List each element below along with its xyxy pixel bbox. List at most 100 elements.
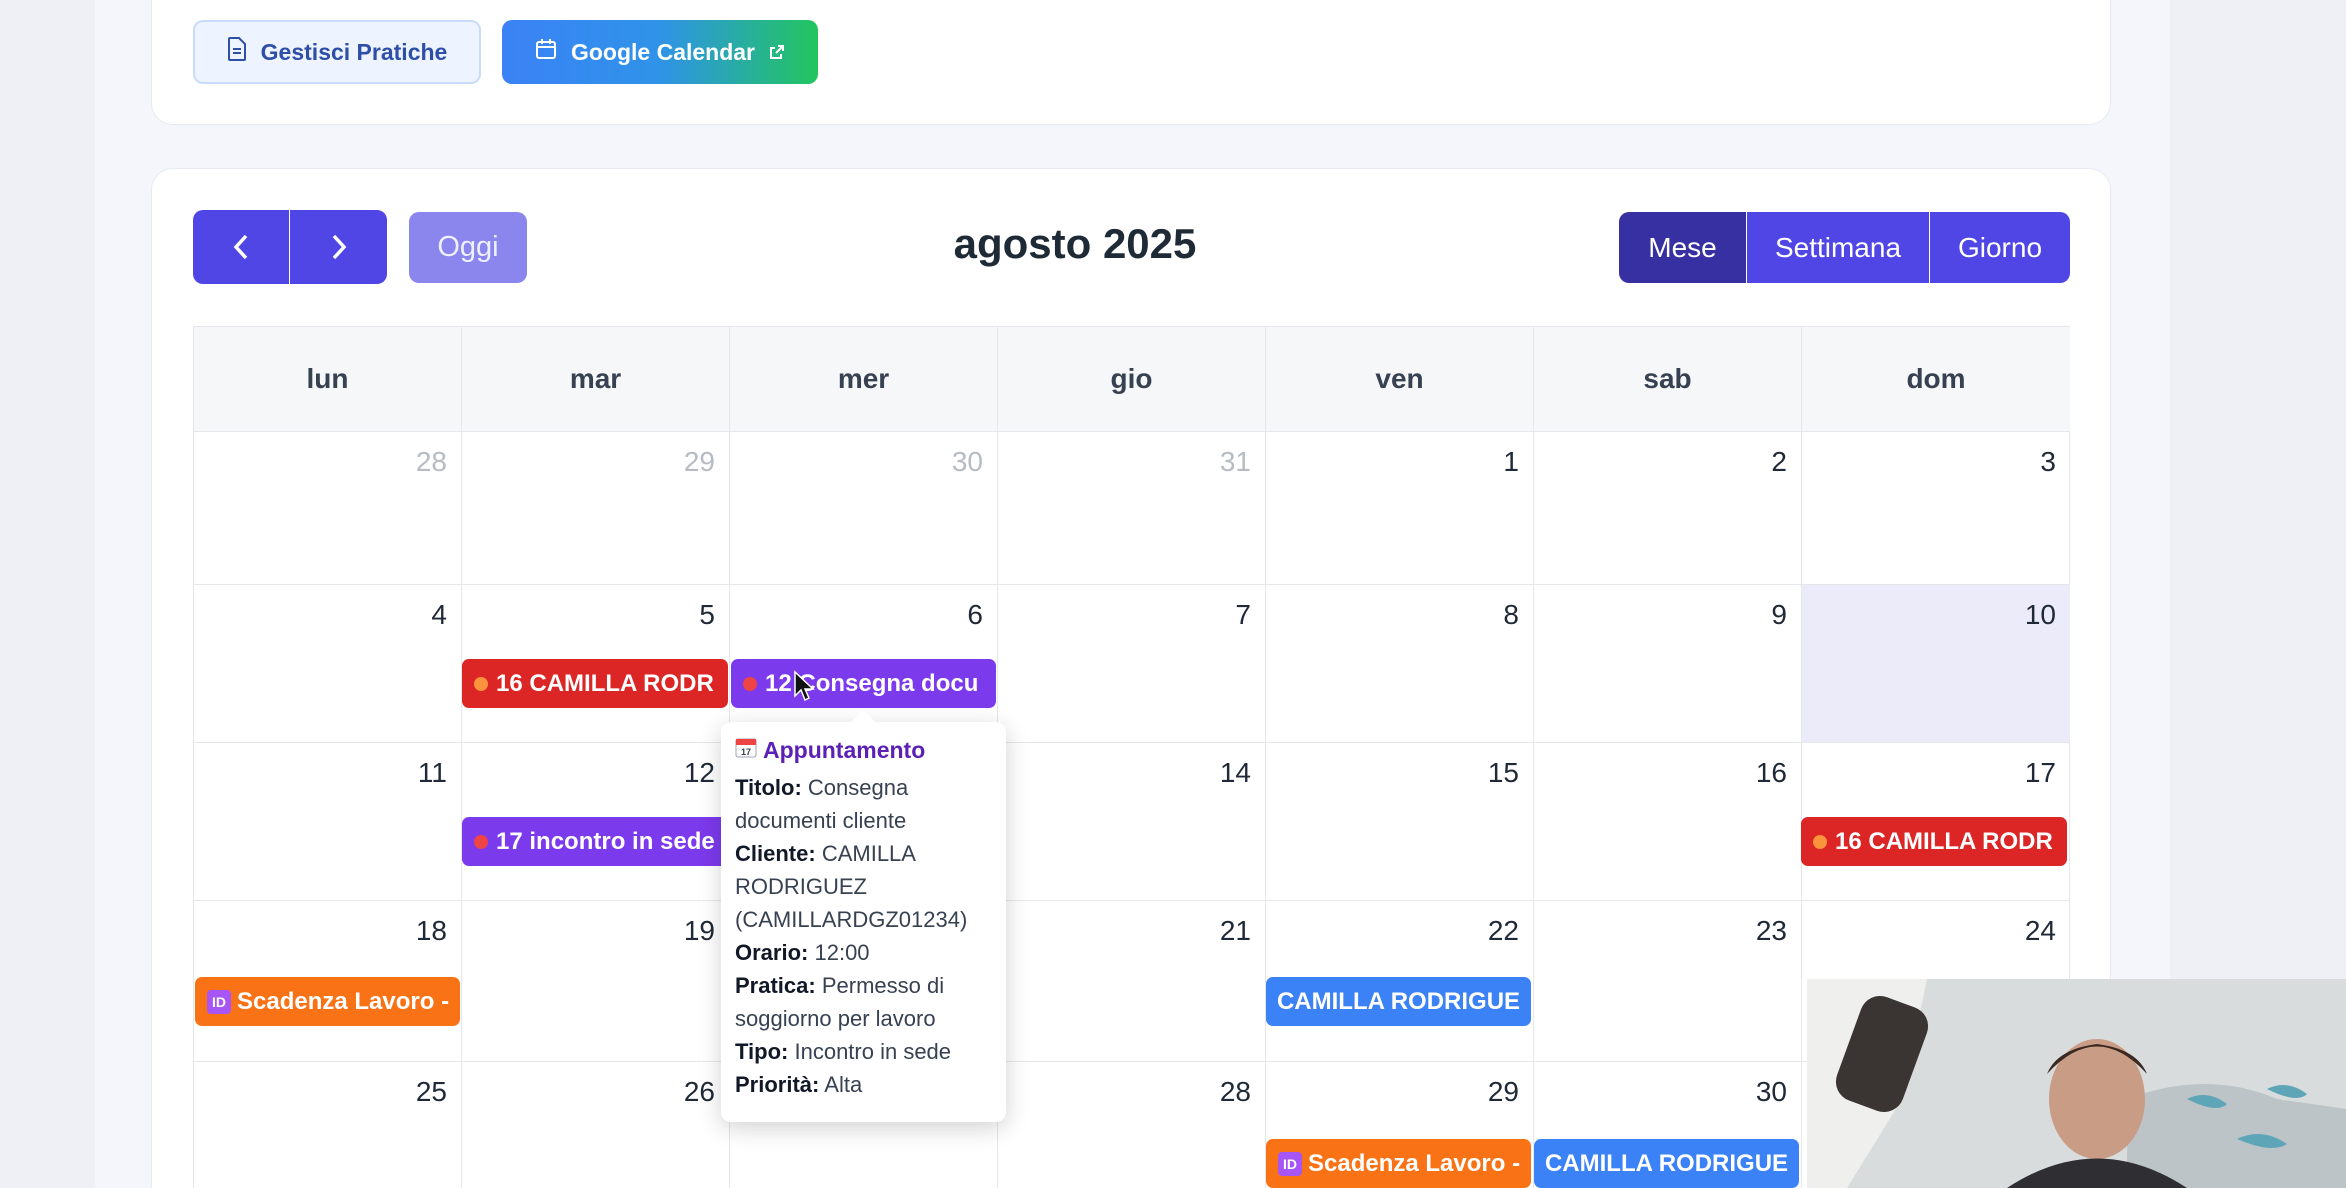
event-tooltip: 17 Appuntamento Titolo: Consegna documen… bbox=[721, 710, 1006, 1122]
weekday-header: ven bbox=[1266, 327, 1534, 432]
calendar-event[interactable]: 12 Consegna docu bbox=[731, 659, 996, 708]
day-number: 18 bbox=[415, 915, 447, 946]
weekday-header: gio bbox=[998, 327, 1266, 432]
day-cell[interactable]: 28 bbox=[194, 432, 462, 585]
day-cell[interactable]: 15 bbox=[1266, 743, 1534, 901]
tooltip-row: Titolo: Consegna documenti cliente bbox=[735, 771, 992, 837]
day-number: 19 bbox=[683, 915, 715, 946]
day-number: 29 bbox=[683, 446, 715, 477]
day-number: 17 bbox=[2024, 757, 2056, 788]
event-label: 16 CAMILLA RODR bbox=[496, 669, 714, 697]
view-month-button[interactable]: Mese bbox=[1619, 212, 1746, 283]
svg-text:17: 17 bbox=[741, 747, 751, 757]
weekday-header: dom bbox=[1802, 327, 2070, 432]
month-grid: lun mar mer gio ven sab dom 28 29 30 31 … bbox=[193, 326, 2070, 1188]
day-number: 30 bbox=[951, 446, 983, 477]
day-cell[interactable]: 21 bbox=[998, 901, 1266, 1062]
day-cell[interactable]: 19 bbox=[462, 901, 730, 1062]
day-cell[interactable]: 3 bbox=[1802, 432, 2070, 585]
day-cell[interactable]: 31 bbox=[998, 432, 1266, 585]
day-cell[interactable]: 4 bbox=[194, 585, 462, 743]
day-cell[interactable]: 23 bbox=[1534, 901, 1802, 1062]
gestisci-pratiche-button[interactable]: Gestisci Pratiche bbox=[193, 20, 481, 84]
day-cell[interactable]: 2 bbox=[1534, 432, 1802, 585]
day-cell[interactable]: 7 bbox=[998, 585, 1266, 743]
day-cell[interactable]: 11 bbox=[194, 743, 462, 901]
tooltip-value: 12:00 bbox=[814, 940, 870, 965]
day-number: 14 bbox=[1219, 757, 1251, 788]
day-cell-today[interactable]: 10 bbox=[1802, 585, 2070, 743]
next-month-button[interactable] bbox=[290, 210, 387, 284]
weekday-header: lun bbox=[194, 327, 462, 432]
priority-dot-icon bbox=[474, 834, 488, 849]
day-number: 23 bbox=[1755, 915, 1787, 946]
tooltip-label: Priorità: bbox=[735, 1072, 820, 1097]
day-number: 10 bbox=[2024, 599, 2056, 630]
id-badge-icon: ID bbox=[1278, 1151, 1302, 1176]
tooltip-heading: 17 Appuntamento bbox=[735, 734, 992, 767]
priority-dot-icon bbox=[743, 676, 757, 691]
weekday-header: mar bbox=[462, 327, 730, 432]
day-number: 5 bbox=[699, 599, 715, 630]
day-number: 28 bbox=[415, 446, 447, 477]
gestisci-pratiche-label: Gestisci Pratiche bbox=[260, 38, 448, 65]
day-cell[interactable]: 9 bbox=[1534, 585, 1802, 743]
event-label: Scadenza Lavoro - bbox=[1308, 1149, 1521, 1177]
day-cell[interactable]: 26 bbox=[462, 1062, 730, 1188]
day-number: 26 bbox=[683, 1076, 715, 1107]
view-day-button[interactable]: Giorno bbox=[1930, 212, 2070, 283]
tooltip-label: Cliente: bbox=[735, 841, 816, 866]
tooltip-value: Alta bbox=[824, 1072, 863, 1097]
page-margin-left bbox=[0, 0, 95, 1188]
mouse-cursor-icon bbox=[794, 670, 815, 702]
google-calendar-label: Google Calendar bbox=[570, 38, 756, 65]
day-cell[interactable]: 14 bbox=[998, 743, 1266, 901]
day-number: 9 bbox=[1771, 599, 1787, 630]
day-cell[interactable]: 30 bbox=[730, 432, 998, 585]
tooltip-value: Incontro in sede bbox=[794, 1039, 952, 1064]
day-number: 29 bbox=[1487, 1076, 1519, 1107]
event-label: CAMILLA RODRIGUE bbox=[1276, 987, 1521, 1015]
day-number: 21 bbox=[1219, 915, 1251, 946]
day-cell[interactable]: 25 bbox=[194, 1062, 462, 1188]
day-number: 7 bbox=[1235, 599, 1251, 630]
calendar-event[interactable]: CAMILLA RODRIGUE bbox=[1266, 977, 1531, 1026]
tooltip-row: Pratica: Permesso di soggiorno per lavor… bbox=[735, 969, 992, 1035]
view-week-button[interactable]: Settimana bbox=[1747, 212, 1929, 283]
event-label: 17 incontro in sede bbox=[496, 827, 715, 855]
chevron-right-icon bbox=[332, 234, 346, 260]
priority-dot-icon bbox=[474, 676, 488, 691]
day-number: 2 bbox=[1771, 446, 1787, 477]
document-icon bbox=[227, 37, 247, 67]
calendar-event[interactable]: ID Scadenza Lavoro - bbox=[1266, 1139, 1531, 1188]
calendar-event[interactable]: 16 CAMILLA RODR bbox=[462, 659, 728, 708]
day-number: 4 bbox=[431, 599, 447, 630]
calendar-event[interactable]: CAMILLA RODRIGUE bbox=[1534, 1139, 1799, 1188]
tooltip-row: Priorità: Alta bbox=[735, 1068, 992, 1101]
day-cell[interactable]: 29 bbox=[462, 432, 730, 585]
day-number: 16 bbox=[1755, 757, 1787, 788]
event-label: 16 CAMILLA RODR bbox=[1835, 827, 2053, 855]
day-number: 31 bbox=[1219, 446, 1251, 477]
day-cell[interactable]: 1 bbox=[1266, 432, 1534, 585]
tooltip-title: Appuntamento bbox=[763, 737, 926, 763]
day-number: 25 bbox=[415, 1076, 447, 1107]
calendar-event[interactable]: ID Scadenza Lavoro - bbox=[195, 977, 460, 1026]
google-calendar-button[interactable]: Google Calendar bbox=[502, 20, 818, 84]
prev-month-button[interactable] bbox=[193, 210, 289, 284]
calendar-event[interactable]: 16 CAMILLA RODR bbox=[1801, 817, 2067, 866]
tooltip-label: Pratica: bbox=[735, 973, 816, 998]
weekday-header: mer bbox=[730, 327, 998, 432]
priority-dot-icon bbox=[1813, 834, 1827, 849]
today-button[interactable]: Oggi bbox=[409, 212, 527, 283]
day-number: 22 bbox=[1487, 915, 1519, 946]
tooltip-label: Titolo: bbox=[735, 775, 802, 800]
day-number: 15 bbox=[1487, 757, 1519, 788]
day-cell[interactable]: 16 bbox=[1534, 743, 1802, 901]
day-cell[interactable]: 28 bbox=[998, 1062, 1266, 1188]
event-label: CAMILLA RODRIGUE bbox=[1544, 1149, 1789, 1177]
day-cell[interactable]: 8 bbox=[1266, 585, 1534, 743]
calendar-event[interactable]: 17 incontro in sede bbox=[462, 817, 728, 866]
day-number: 1 bbox=[1503, 446, 1519, 477]
event-label: Scadenza Lavoro - bbox=[237, 987, 450, 1015]
